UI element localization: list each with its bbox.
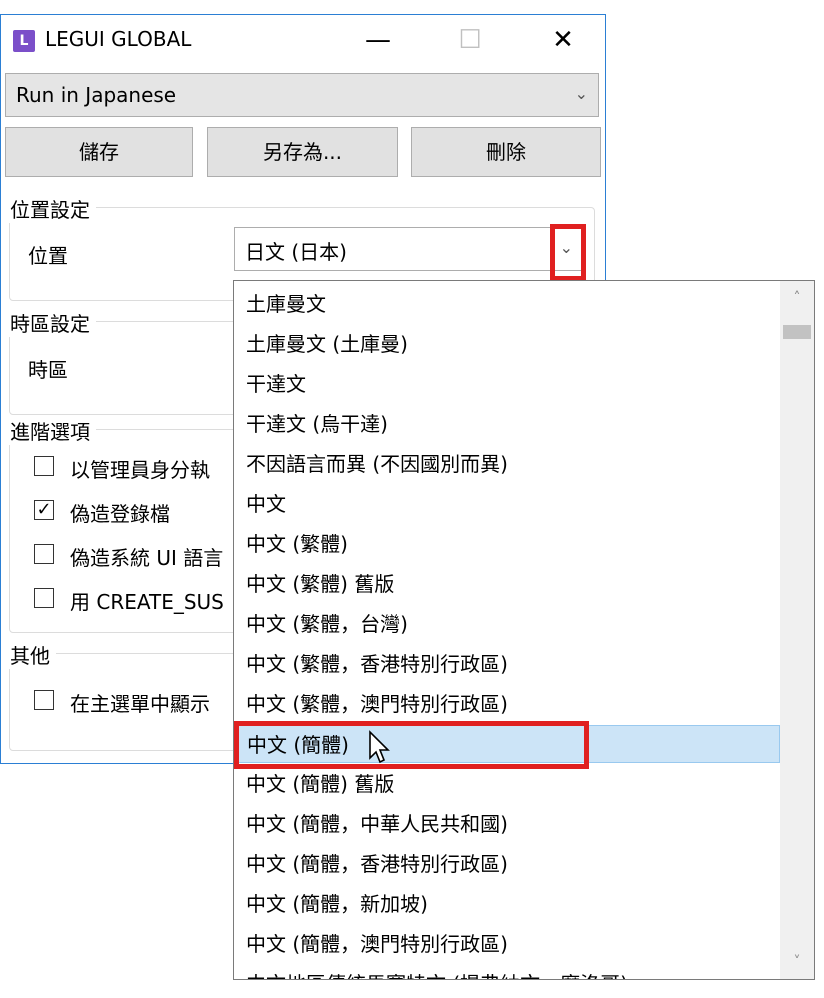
location-combobox[interactable]: 日文 (日本) ⌄ — [234, 227, 586, 271]
dropdown-option[interactable]: 干達文 — [234, 365, 780, 403]
dropdown-option[interactable]: 中文地區傳統馬賽特文 (提弗納文，摩洛哥) — [234, 965, 780, 979]
highlight-box-selected — [234, 721, 589, 769]
dropdown-option[interactable]: 中文 (繁體，澳門特別行政區) — [234, 685, 780, 723]
mouse-cursor-icon — [369, 730, 390, 764]
save-button[interactable]: 儲存 — [5, 127, 193, 177]
dropdown-option[interactable]: 中文 (簡體，中華人民共和國) — [234, 805, 780, 843]
delete-button[interactable]: 刪除 — [411, 127, 601, 177]
maximize-button[interactable]: ☐ — [438, 15, 502, 65]
highlight-box-arrow — [550, 224, 586, 281]
app-icon: L — [13, 30, 35, 52]
checkbox-checked[interactable]: ✓ — [34, 500, 54, 520]
checkbox-label: 偽造系統 UI 語言 — [70, 546, 224, 570]
window-title: LEGUI GLOBAL — [45, 27, 192, 51]
dropdown-option[interactable]: 中文 — [234, 485, 780, 523]
save-as-button[interactable]: 另存為... — [207, 127, 398, 177]
group-title: 位置設定 — [4, 194, 96, 223]
minimize-button[interactable]: — — [346, 15, 410, 65]
timezone-label: 時區 — [28, 358, 68, 382]
group-title: 進階選項 — [4, 416, 96, 445]
checkbox-label: 在主選單中顯示 — [70, 692, 210, 716]
scroll-up-icon[interactable]: ˄ — [780, 281, 814, 315]
checkbox-label: 偽造登錄檔 — [70, 502, 170, 526]
dropdown-option[interactable]: 中文 (簡體) 舊版 — [234, 765, 780, 803]
profile-select[interactable]: Run in Japanese ⌄ — [5, 73, 599, 117]
dropdown-option[interactable]: 中文 (繁體) 舊版 — [234, 565, 780, 603]
dropdown-option[interactable]: 中文 (簡體，新加坡) — [234, 885, 780, 923]
dropdown-option[interactable]: 中文 (繁體，香港特別行政區) — [234, 645, 780, 683]
group-title: 其他 — [4, 640, 56, 669]
dropdown-option[interactable]: 中文 (簡體，澳門特別行政區) — [234, 925, 780, 963]
close-button[interactable]: ✕ — [531, 15, 595, 65]
dropdown-option[interactable]: 中文 (簡體，香港特別行政區) — [234, 845, 780, 883]
scrollbar[interactable]: ˄ ˅ — [780, 281, 814, 979]
dropdown-option[interactable]: 不因語言而異 (不因國別而異) — [234, 445, 780, 483]
checkbox-label: 以管理員身分執 — [70, 458, 210, 482]
dropdown-option[interactable]: 土庫曼文 (土庫曼) — [234, 325, 780, 363]
group-title: 時區設定 — [4, 308, 96, 337]
checkbox-label: 用 CREATE_SUS — [70, 590, 224, 614]
dropdown-option[interactable]: 中文 (繁體，台灣) — [234, 605, 780, 643]
dropdown-option[interactable]: 土庫曼文 — [234, 285, 780, 323]
checkbox[interactable] — [34, 690, 54, 710]
location-combobox-value: 日文 (日本) — [245, 240, 347, 264]
profile-select-value: Run in Japanese — [16, 83, 177, 107]
title-bar[interactable]: L LEGUI GLOBAL — ☐ ✕ — [1, 15, 605, 65]
dropdown-option[interactable]: 中文 (繁體) — [234, 525, 780, 563]
dropdown-option[interactable]: 干達文 (烏干達) — [234, 405, 780, 443]
checkbox[interactable] — [34, 544, 54, 564]
scroll-thumb[interactable] — [783, 325, 811, 339]
checkbox[interactable] — [34, 588, 54, 608]
location-dropdown-list[interactable]: 土庫曼文 土庫曼文 (土庫曼) 干達文 干達文 (烏干達) 不因語言而異 (不因國別而異… — [233, 280, 815, 980]
scroll-down-icon[interactable]: ˅ — [780, 945, 814, 979]
checkbox[interactable] — [34, 456, 54, 476]
chevron-down-icon: ⌄ — [574, 84, 588, 103]
location-label: 位置 — [28, 244, 68, 268]
